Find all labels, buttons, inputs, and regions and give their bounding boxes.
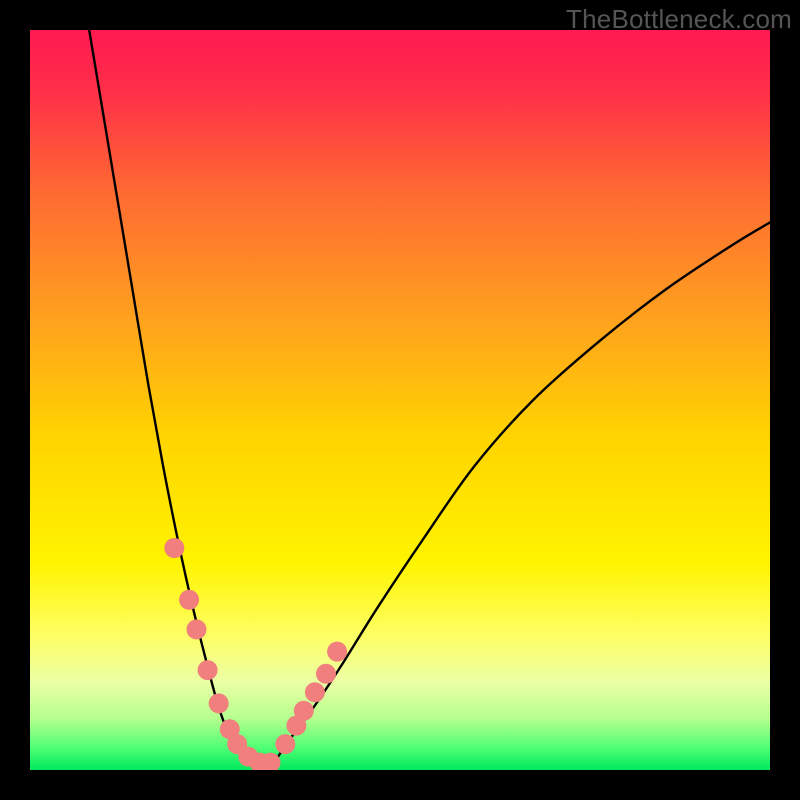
marker-dot xyxy=(198,660,218,680)
marker-dot xyxy=(275,734,295,754)
gradient-background xyxy=(30,30,770,770)
chart-frame: TheBottleneck.com xyxy=(0,0,800,800)
marker-dot xyxy=(305,682,325,702)
marker-dot xyxy=(209,693,229,713)
marker-dot xyxy=(327,642,347,662)
marker-dot xyxy=(294,701,314,721)
marker-dot xyxy=(187,619,207,639)
bottleneck-plot xyxy=(30,30,770,770)
marker-dot xyxy=(179,590,199,610)
marker-dot xyxy=(164,538,184,558)
marker-dot xyxy=(316,664,336,684)
watermark-text: TheBottleneck.com xyxy=(566,4,792,35)
